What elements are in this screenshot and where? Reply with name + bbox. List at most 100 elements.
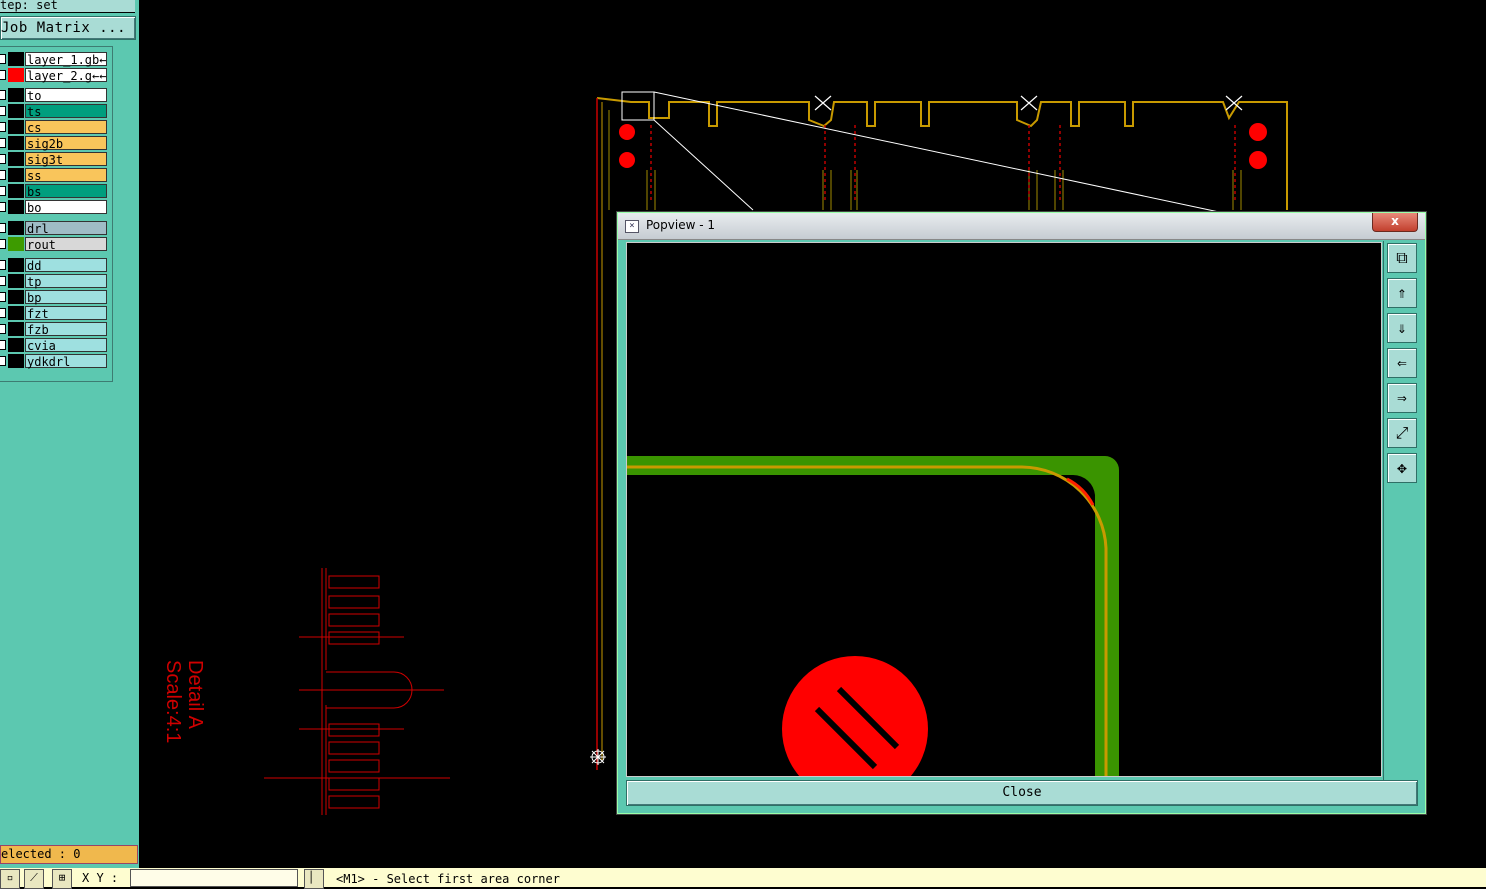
layer-color-swatch[interactable] [8, 88, 24, 102]
layer-name[interactable]: drl [25, 221, 107, 236]
layer-checkbox[interactable] [0, 90, 6, 100]
layer-row[interactable]: ts [0, 104, 110, 119]
job-matrix-button[interactable]: Job Matrix ... [0, 16, 136, 40]
layer-checkbox[interactable] [0, 202, 6, 212]
layer-color-swatch[interactable] [8, 258, 24, 272]
layer-color-swatch[interactable] [8, 136, 24, 150]
layer-row[interactable]: tp [0, 274, 110, 289]
detail-caption: Detail A Scale:4:1 [162, 660, 206, 743]
detail-scale: Scale:4:1 [162, 660, 184, 743]
layer-name[interactable]: ss [25, 168, 107, 183]
layer-color-swatch[interactable] [8, 306, 24, 320]
zoom-out-icon[interactable]: ✥ [1387, 453, 1417, 483]
layer-name[interactable]: to [25, 88, 107, 103]
layer-name[interactable]: tp [25, 274, 107, 289]
layer-row[interactable]: to [0, 88, 110, 103]
layer-name[interactable]: cvia [25, 338, 107, 353]
popview-window: × Popview - 1 x ⧉ ⇑ ⇓ ⇐ ⇒ ⤢ ✥ Close [617, 212, 1426, 814]
layer-row[interactable]: dd [0, 258, 110, 273]
layer-checkbox[interactable] [0, 138, 6, 148]
layer-list: layer_1.gb← layer_2.g←←to ts cs sig2b sig3t ss… [0, 46, 113, 382]
layer-row[interactable]: bo [0, 200, 110, 215]
close-button[interactable]: Close [626, 780, 1418, 806]
layer-name[interactable]: bo [25, 200, 107, 215]
layer-name[interactable]: bs [25, 184, 107, 199]
layer-name[interactable]: fzt [25, 306, 107, 321]
layer-color-swatch[interactable] [8, 221, 24, 235]
layer-row[interactable]: cvia [0, 338, 110, 353]
layer-checkbox[interactable] [0, 186, 6, 196]
layer-row[interactable]: sig3t [0, 152, 110, 167]
layer-color-swatch[interactable] [8, 104, 24, 118]
layer-checkbox[interactable] [0, 170, 6, 180]
layer-name[interactable]: bp [25, 290, 107, 305]
layer-color-swatch[interactable] [8, 200, 24, 214]
pan-up-icon[interactable]: ⇑ [1387, 278, 1417, 308]
layer-color-swatch[interactable] [8, 168, 24, 182]
layer-checkbox[interactable] [0, 356, 6, 366]
measure-icon[interactable]: ⟋ [24, 869, 44, 889]
layer-row[interactable]: rout [0, 237, 110, 252]
detail-title: Detail A [184, 660, 206, 730]
layer-row[interactable]: bp [0, 290, 110, 305]
layer-checkbox[interactable] [0, 154, 6, 164]
layer-color-swatch[interactable] [8, 338, 24, 352]
zoom-in-icon[interactable]: ⤢ [1387, 418, 1417, 448]
layer-checkbox[interactable] [0, 276, 6, 286]
xy-input[interactable] [130, 869, 298, 887]
layer-row[interactable]: bs [0, 184, 110, 199]
layer-checkbox[interactable] [0, 239, 6, 249]
layer-name[interactable]: dd [25, 258, 107, 273]
zoom-window-icon[interactable]: ⧉ [1387, 243, 1417, 273]
layer-checkbox[interactable] [0, 292, 6, 302]
layer-name[interactable]: sig2b [25, 136, 107, 151]
layer-checkbox[interactable] [0, 223, 6, 233]
layer-color-swatch[interactable] [8, 237, 24, 251]
layer-color-swatch[interactable] [8, 354, 24, 368]
layer-row[interactable]: fzt [0, 306, 110, 321]
layer-name[interactable]: layer_1.gb← [25, 52, 107, 67]
layer-checkbox[interactable] [0, 308, 6, 318]
layer-color-swatch[interactable] [8, 290, 24, 304]
grid-icon[interactable]: ⊞ [52, 869, 72, 889]
layer-checkbox[interactable] [0, 260, 6, 270]
snap-icon[interactable]: ▫ [0, 869, 20, 889]
layer-checkbox[interactable] [0, 324, 6, 334]
layer-checkbox[interactable] [0, 54, 6, 64]
layer-row[interactable]: layer_2.g←← [0, 68, 110, 83]
layer-color-swatch[interactable] [8, 52, 24, 66]
layer-name[interactable]: rout [25, 237, 107, 252]
layer-name[interactable]: ts [25, 104, 107, 119]
pan-down-icon[interactable]: ⇓ [1387, 313, 1417, 343]
layer-name[interactable]: sig3t [25, 152, 107, 167]
layer-row[interactable]: cs [0, 120, 110, 135]
layer-color-swatch[interactable] [8, 274, 24, 288]
layer-color-swatch[interactable] [8, 184, 24, 198]
layer-row[interactable]: sig2b [0, 136, 110, 151]
layer-checkbox[interactable] [0, 70, 6, 80]
layer-color-swatch[interactable] [8, 68, 24, 82]
layer-name[interactable]: fzb [25, 322, 107, 337]
layer-checkbox[interactable] [0, 122, 6, 132]
layer-checkbox[interactable] [0, 340, 6, 350]
layer-row[interactable]: layer_1.gb← [0, 52, 110, 67]
layer-name[interactable]: layer_2.g←← [25, 68, 107, 83]
mode-icon[interactable]: ▏ [304, 869, 324, 889]
layer-color-swatch[interactable] [8, 120, 24, 134]
drill-pad [782, 656, 928, 802]
popview-titlebar[interactable]: × Popview - 1 x [618, 213, 1425, 240]
layer-checkbox[interactable] [0, 106, 6, 116]
layer-row[interactable]: ss [0, 168, 110, 183]
window-close-button[interactable]: x [1372, 213, 1418, 232]
layer-row[interactable]: drl [0, 221, 110, 236]
pan-left-icon[interactable]: ⇐ [1387, 348, 1417, 378]
layer-row[interactable]: ydkdrl [0, 354, 110, 369]
popview-canvas[interactable] [626, 242, 1382, 802]
layer-name[interactable]: cs [25, 120, 107, 135]
origin-marker-icon [590, 749, 606, 765]
pan-right-icon[interactable]: ⇒ [1387, 383, 1417, 413]
layer-color-swatch[interactable] [8, 152, 24, 166]
layer-row[interactable]: fzb [0, 322, 110, 337]
layer-name[interactable]: ydkdrl [25, 354, 107, 369]
layer-color-swatch[interactable] [8, 322, 24, 336]
